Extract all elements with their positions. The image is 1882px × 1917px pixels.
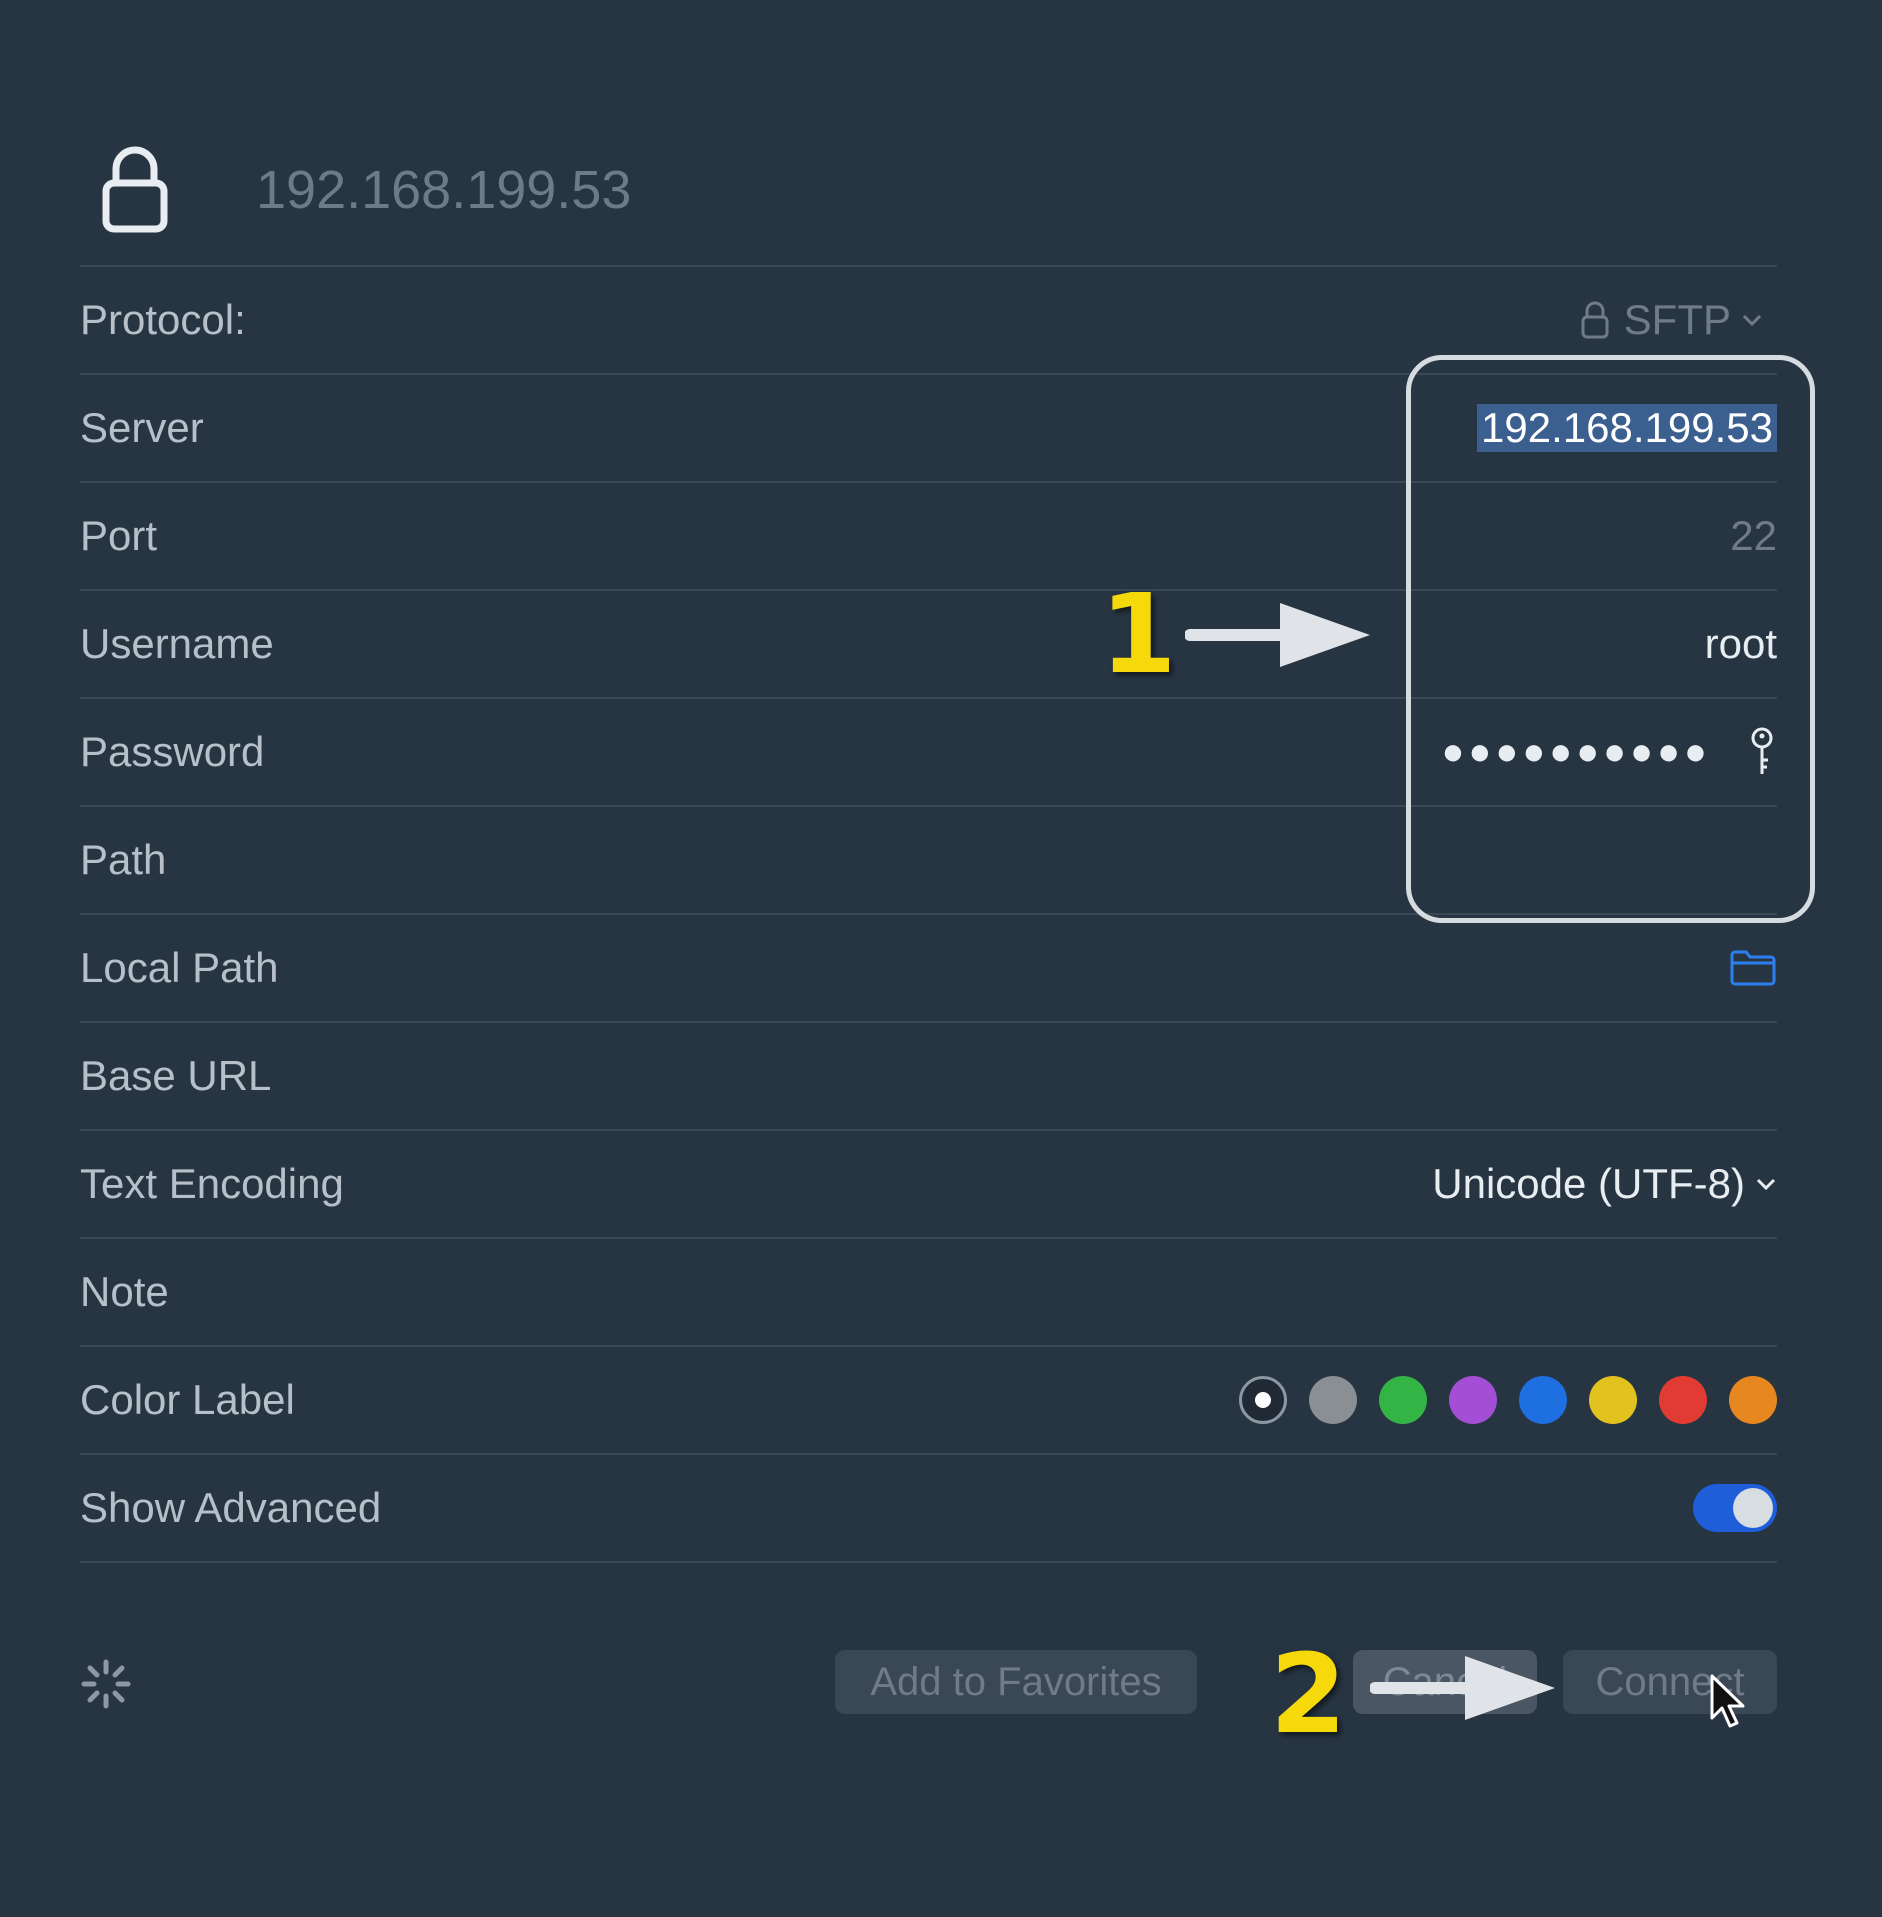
row-note: Note [80,1239,1777,1347]
text-encoding-value: Unicode (UTF-8) [1432,1160,1745,1207]
color-swatch-0[interactable] [1239,1376,1287,1424]
color-swatch-3[interactable] [1449,1376,1497,1424]
local-path-label: Local Path [80,944,279,991]
path-label: Path [80,836,167,883]
mouse-cursor-icon [1710,1674,1745,1728]
chevron-down-icon [1742,314,1762,327]
annotation-step-1: 1 [1100,570,1177,698]
toggle-knob [1733,1488,1773,1528]
port-label: Port [80,512,158,559]
annotation-arrow-1 [1185,603,1370,667]
show-advanced-toggle[interactable] [1693,1484,1777,1532]
spinner-icon [81,1659,131,1709]
lock-small-icon [1581,301,1609,339]
color-swatch-7[interactable] [1729,1376,1777,1424]
note-label: Note [80,1268,169,1315]
annotation-highlight-box [1406,355,1815,923]
color-swatch-6[interactable] [1659,1376,1707,1424]
row-local-path: Local Path [80,915,1777,1023]
protocol-select[interactable]: SFTP [1580,296,1777,344]
text-encoding-select[interactable]: Unicode (UTF-8) [1432,1160,1777,1208]
connection-title: 192.168.199.53 [256,160,632,220]
password-label: Password [80,728,265,775]
color-label-label: Color Label [80,1376,295,1423]
color-swatch-1[interactable] [1309,1376,1357,1424]
chevron-down-icon [1756,1178,1776,1191]
base-url-label: Base URL [80,1052,272,1099]
add-to-favorites-button[interactable]: Add to Favorites [835,1650,1197,1714]
header: 192.168.199.53 [80,130,1780,250]
lock-icon [102,146,168,233]
color-swatch-2[interactable] [1379,1376,1427,1424]
protocol-value: SFTP [1623,296,1731,343]
row-base-url: Base URL [80,1023,1777,1131]
annotation-arrow-2 [1370,1656,1555,1720]
annotation-step-2: 2 [1270,1630,1347,1758]
color-swatch-4[interactable] [1519,1376,1567,1424]
color-swatches [1239,1376,1777,1424]
protocol-label: Protocol: [80,296,246,343]
row-text-encoding: Text Encoding Unicode (UTF-8) [80,1131,1777,1239]
row-show-advanced: Show Advanced [80,1455,1777,1563]
show-advanced-label: Show Advanced [80,1484,382,1531]
username-label: Username [80,620,274,667]
color-swatch-5[interactable] [1589,1376,1637,1424]
server-label: Server [80,404,204,451]
folder-icon[interactable] [1729,949,1777,987]
row-color-label: Color Label [80,1347,1777,1455]
text-encoding-label: Text Encoding [80,1160,344,1207]
